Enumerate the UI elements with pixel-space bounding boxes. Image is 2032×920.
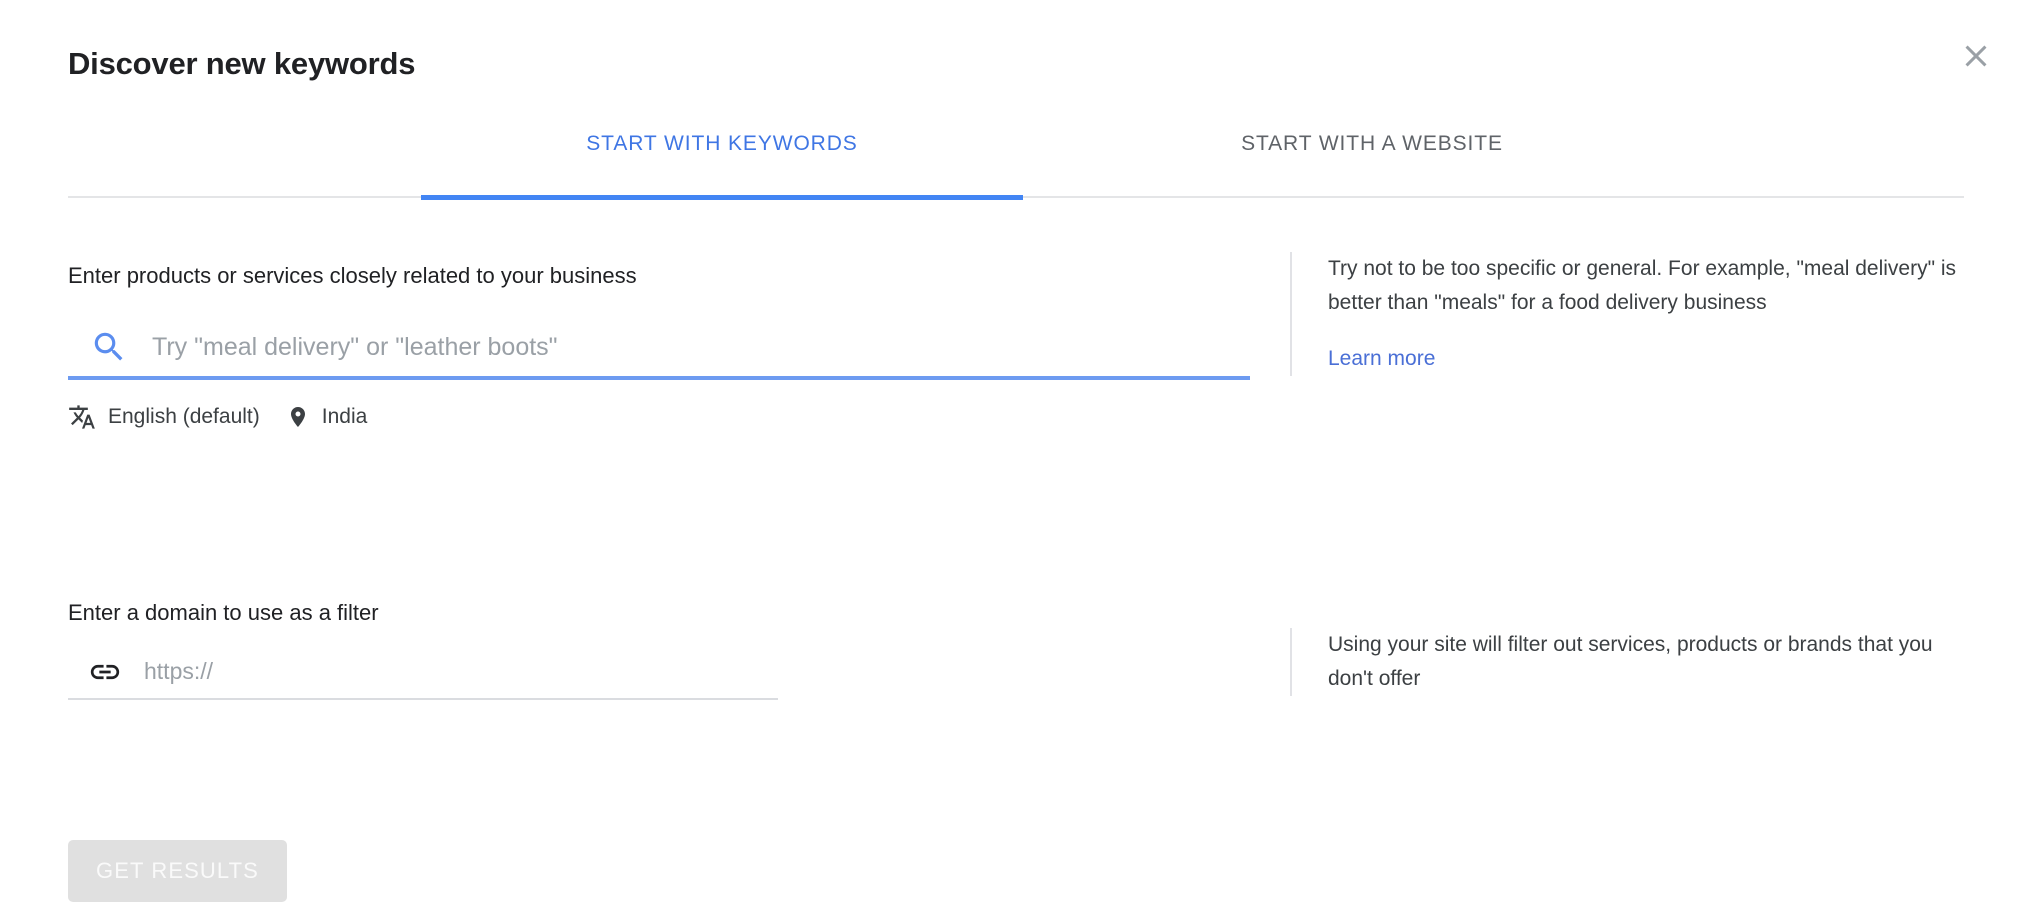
tab-start-with-a-website[interactable]: START WITH A WEBSITE bbox=[1071, 120, 1673, 198]
get-results-label: GET RESULTS bbox=[96, 858, 259, 883]
domain-help-text: Using your site will filter out services… bbox=[1328, 633, 1933, 691]
domain-field-label: Enter a domain to use as a filter bbox=[68, 600, 379, 625]
keywords-field-label: Enter products or services closely relat… bbox=[68, 263, 637, 288]
learn-more-link[interactable]: Learn more bbox=[1328, 342, 1435, 376]
tab-bar: START WITH KEYWORDS START WITH A WEBSITE bbox=[68, 120, 1964, 200]
keywords-input-container[interactable] bbox=[68, 318, 1250, 380]
keywords-help-panel: Try not to be too specific or general. F… bbox=[1290, 252, 1970, 377]
location-label: India bbox=[321, 405, 368, 428]
location-pin-icon bbox=[290, 407, 305, 427]
domain-input-container[interactable] bbox=[68, 645, 778, 700]
keywords-input[interactable] bbox=[152, 323, 1250, 371]
language-label: English (default) bbox=[108, 405, 260, 428]
tab-label: START WITH KEYWORDS bbox=[586, 132, 858, 155]
get-results-button[interactable]: GET RESULTS bbox=[68, 840, 287, 902]
close-icon bbox=[1965, 45, 1987, 67]
keywords-help-text: Try not to be too specific or general. F… bbox=[1328, 257, 1957, 315]
page-title: Discover new keywords bbox=[68, 46, 416, 81]
translate-icon bbox=[69, 405, 95, 429]
domain-help-panel: Using your site will filter out services… bbox=[1290, 628, 1970, 697]
language-selector[interactable]: English (default) bbox=[68, 403, 260, 431]
keywords-meta-row: English (default) India bbox=[68, 400, 367, 434]
location-selector[interactable]: India bbox=[286, 405, 368, 429]
close-button[interactable] bbox=[1948, 28, 2004, 84]
link-icon bbox=[90, 664, 120, 679]
tab-start-with-keywords[interactable]: START WITH KEYWORDS bbox=[421, 120, 1023, 200]
search-icon bbox=[94, 332, 123, 361]
tab-label: START WITH A WEBSITE bbox=[1241, 132, 1503, 155]
domain-input[interactable] bbox=[144, 650, 778, 693]
discover-new-keywords-dialog: Discover new keywords START WITH KEYWORD… bbox=[0, 0, 2032, 920]
